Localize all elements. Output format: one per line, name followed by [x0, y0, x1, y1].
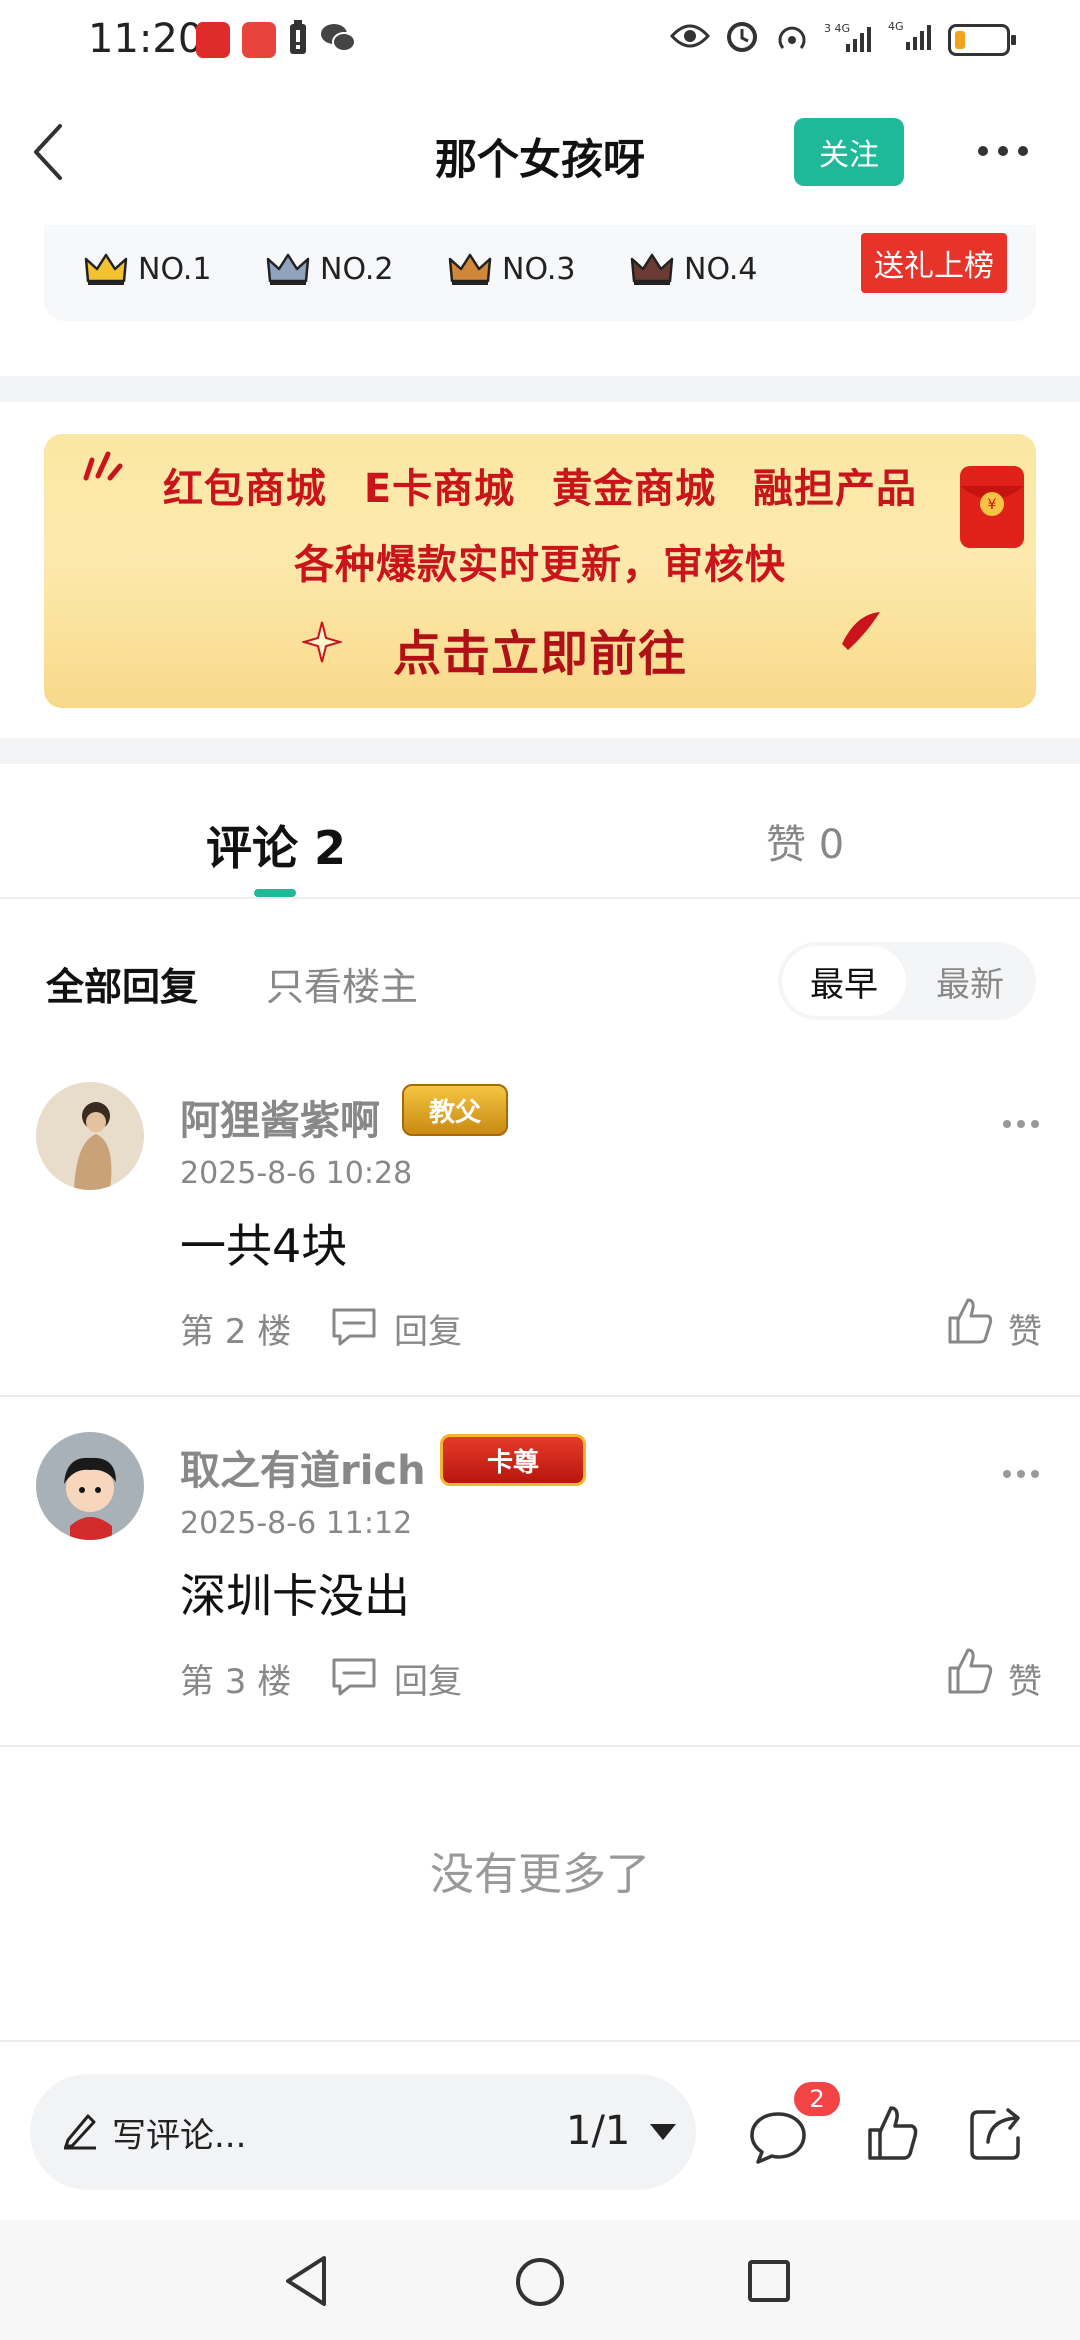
send-gift-button[interactable]: 送礼上榜 — [861, 233, 1007, 293]
status-bar: 11:20 3 4G 4G — [0, 0, 1080, 80]
ribbon-icon — [842, 612, 880, 650]
share-icon[interactable] — [968, 2104, 1026, 2162]
status-app-icons — [196, 20, 356, 60]
reply-button[interactable]: 回复 — [394, 1654, 462, 1703]
like-button[interactable]: 赞 — [1008, 1304, 1042, 1353]
rank-label: NO.4 — [684, 251, 758, 287]
rank-label: NO.3 — [502, 251, 576, 287]
banner-line2: 各种爆款实时更新，审核快 — [294, 542, 786, 588]
reply-button[interactable]: 回复 — [394, 1304, 462, 1353]
wechat-icon — [320, 22, 356, 58]
rank-label: NO.1 — [138, 251, 212, 287]
sort-latest-button[interactable]: 最新 — [910, 946, 1030, 1016]
page-title: 那个女孩呀 — [434, 135, 645, 184]
signal-icon: 4G — [888, 20, 934, 60]
svg-text:¥: ¥ — [988, 497, 997, 513]
svg-text:3 4G: 3 4G — [824, 22, 850, 35]
status-system-icons: 3 4G 4G — [669, 18, 1016, 62]
system-navigation-bar — [0, 2220, 1080, 2340]
tab-comments[interactable]: 评论 2 — [206, 812, 346, 878]
reply-icon[interactable] — [330, 1306, 378, 1346]
rank-item: NO.1 — [84, 251, 211, 287]
huawei-app-icon — [242, 22, 276, 58]
content-tabs: 评论 2 赞 0 — [0, 764, 1080, 899]
hotspot-icon — [774, 18, 810, 62]
nav-recents-icon[interactable] — [746, 2258, 792, 2304]
promo-banner[interactable]: 红包商城 E卡商城 黄金商城 融担产品 各种爆款实时更新，审核快 点击立即前往 … — [44, 434, 1036, 708]
comment-floor: 第 2 楼 — [180, 1312, 292, 1352]
comment-input-placeholder: 写评论... — [112, 2116, 247, 2156]
comment-username[interactable]: 阿狸酱紫啊 — [180, 1088, 380, 1146]
section-divider — [0, 376, 1080, 402]
signal-icon: 3 4G — [824, 22, 874, 58]
comment-time: 2025-8-6 10:28 — [180, 1156, 413, 1191]
rank-item: NO.2 — [266, 251, 393, 287]
nav-back-icon[interactable] — [282, 2254, 332, 2308]
battery-icon — [948, 24, 1016, 56]
red-app-icon — [196, 22, 230, 58]
tab-likes[interactable]: 赞 0 — [766, 812, 844, 870]
rank-label: NO.2 — [320, 251, 394, 287]
comment-input[interactable]: 写评论... 1/1 — [30, 2074, 696, 2190]
row-divider — [0, 1745, 1080, 1747]
comment-more-icon[interactable] — [1003, 1470, 1039, 1478]
comment-floor: 第 3 楼 — [180, 1662, 292, 1702]
rank-item: NO.3 — [448, 251, 575, 287]
thumbs-up-icon[interactable] — [946, 1296, 994, 1346]
sort-earliest-button[interactable]: 最早 — [782, 946, 906, 1016]
follow-button[interactable]: 关注 — [794, 118, 904, 186]
rank-item: NO.4 — [630, 251, 757, 287]
sort-toggle: 最早 最新 — [778, 942, 1036, 1020]
alarm-icon — [724, 18, 760, 62]
user-rank-badge: 卡尊 — [440, 1434, 586, 1486]
thumbs-up-icon[interactable] — [946, 1646, 994, 1696]
section-divider — [0, 738, 1080, 764]
crown-icon — [84, 253, 128, 285]
bottom-action-bar: 写评论... 1/1 2 — [0, 2040, 1080, 2220]
comment-text: 深圳卡没出 — [180, 1569, 410, 1623]
banner-cta: 点击立即前往 — [392, 626, 687, 682]
pen-icon — [64, 2114, 96, 2150]
tab-active-indicator — [254, 889, 296, 897]
page-indicator[interactable]: 1/1 — [566, 2108, 630, 2154]
row-divider — [0, 1395, 1080, 1397]
comment-item: 取之有道rich 卡尊 2025-8-6 11:12 深圳卡没出 第 3 楼 回… — [0, 1432, 1080, 1746]
gift-rank-card: NO.1 NO.2 NO.3 NO.4 送礼上榜 — [44, 225, 1036, 321]
user-rank-badge: 教父 — [402, 1084, 508, 1136]
svg-text:4G: 4G — [888, 20, 904, 33]
chevron-down-icon[interactable] — [650, 2124, 676, 2140]
reply-icon[interactable] — [330, 1656, 378, 1696]
avatar[interactable] — [36, 1432, 144, 1540]
end-of-list-text: 没有更多了 — [430, 1849, 650, 1900]
nav-home-icon[interactable] — [514, 2256, 566, 2308]
eye-icon — [669, 22, 711, 58]
crown-icon — [448, 253, 492, 285]
comment-text: 一共4块 — [180, 1219, 348, 1273]
comment-more-icon[interactable] — [1003, 1120, 1039, 1128]
comment-username[interactable]: 取之有道rich — [180, 1438, 426, 1496]
thumbs-up-icon[interactable] — [866, 2104, 918, 2162]
battery-saver-icon — [288, 20, 308, 60]
comment-count-badge: 2 — [794, 2082, 840, 2116]
crown-icon — [630, 253, 674, 285]
filter-all-replies[interactable]: 全部回复 — [46, 956, 198, 1011]
more-options-icon[interactable] — [978, 146, 1028, 156]
red-envelope-icon: ¥ — [960, 466, 1024, 548]
filter-op-only[interactable]: 只看楼主 — [266, 956, 418, 1011]
app-header: 那个女孩呀 关注 — [0, 80, 1080, 225]
avatar[interactable] — [36, 1082, 144, 1190]
banner-line1: 红包商城 E卡商城 黄金商城 融担产品 — [162, 466, 918, 512]
comment-item: 阿狸酱紫啊 教父 2025-8-6 10:28 一共4块 第 2 楼 回复 赞 — [0, 1082, 1080, 1396]
crown-icon — [266, 253, 310, 285]
comment-icon[interactable] — [748, 2108, 808, 2164]
like-button[interactable]: 赞 — [1008, 1654, 1042, 1703]
comment-time: 2025-8-6 11:12 — [180, 1506, 413, 1541]
status-time: 11:20 — [88, 16, 204, 62]
